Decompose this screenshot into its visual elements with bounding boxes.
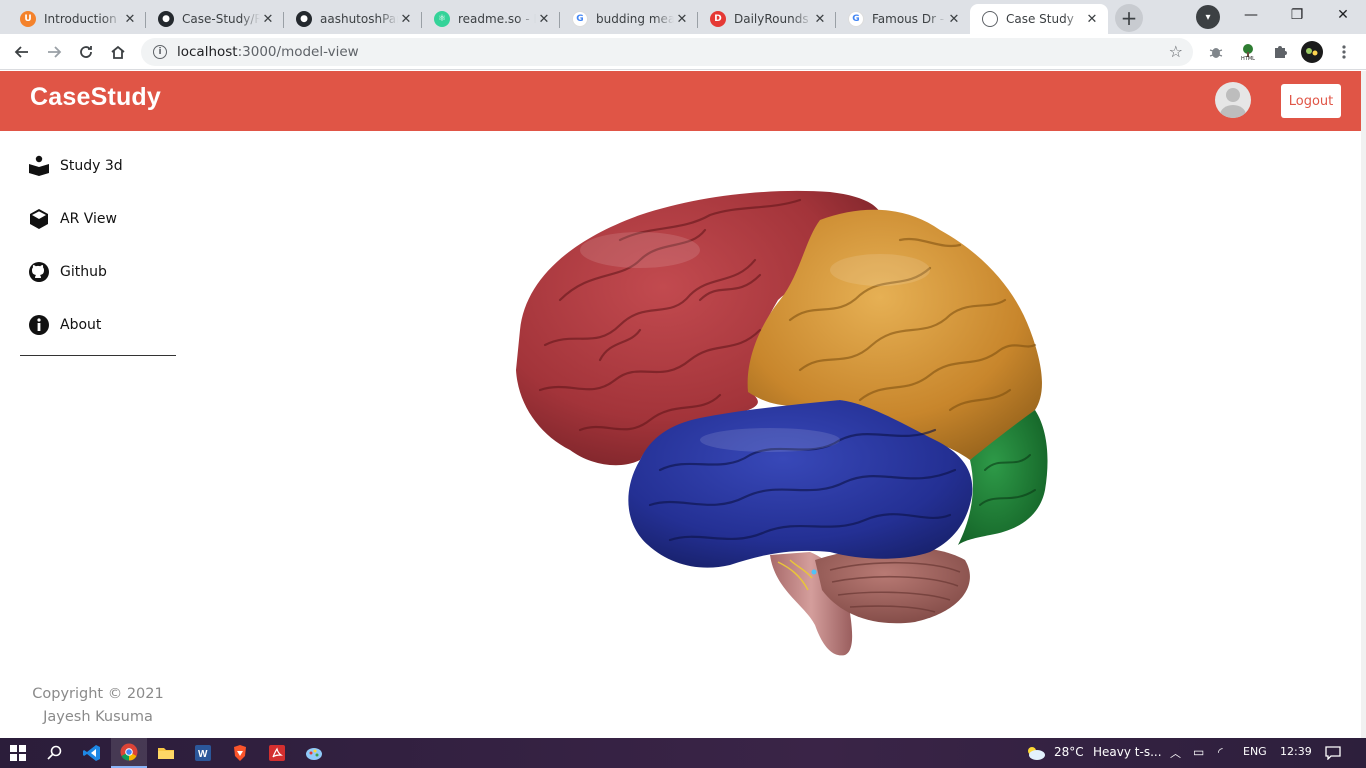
address-bar[interactable]: i localhost:3000/model-view ☆ — [141, 38, 1193, 66]
readme-favicon-icon: ⚛ — [434, 11, 450, 27]
close-icon[interactable]: ✕ — [674, 12, 690, 27]
sidebar-item-label: AR View — [60, 211, 117, 227]
notifications-icon[interactable] — [1316, 738, 1350, 768]
close-icon[interactable]: ✕ — [1084, 12, 1100, 27]
browser-tab-strip: U Introduction t ✕ ● Case-Study/R ✕ ● aa… — [0, 0, 1366, 34]
site-info-icon[interactable]: i — [153, 45, 167, 59]
profile-avatar-icon[interactable] — [1300, 40, 1324, 64]
browser-tab[interactable]: G Famous Dr - C ✕ — [836, 4, 970, 34]
logout-button[interactable]: Logout — [1281, 84, 1341, 118]
tab-title: budding mea — [596, 12, 674, 26]
user-avatar[interactable] — [1215, 82, 1251, 118]
brain-model[interactable] — [196, 131, 1361, 738]
bug-extension-icon[interactable] — [1204, 40, 1228, 64]
tab-title: Introduction t — [44, 12, 122, 26]
tab-search-icon[interactable]: ▾ — [1196, 5, 1220, 29]
search-icon[interactable] — [37, 738, 73, 768]
paint-icon[interactable] — [296, 738, 332, 768]
tab-title: Case-Study/R — [182, 12, 260, 26]
sidebar-item-ar-view[interactable]: AR View — [28, 207, 117, 231]
browser-menu-icon[interactable] — [1332, 40, 1356, 64]
udemy-favicon-icon: U — [20, 11, 36, 27]
browser-tab[interactable]: ● Case-Study/R ✕ — [146, 4, 284, 34]
file-explorer-icon[interactable] — [148, 738, 184, 768]
google-favicon-icon: G — [848, 11, 864, 27]
app-header: CaseStudy Logout — [0, 71, 1361, 131]
language-indicator[interactable]: ENG — [1243, 745, 1267, 758]
url-text: localhost:3000/model-view — [177, 44, 359, 60]
google-favicon-icon: G — [572, 11, 588, 27]
tab-title: Famous Dr - C — [872, 12, 946, 26]
sidebar-item-label: About — [60, 317, 102, 333]
dailyrounds-favicon-icon: D — [710, 11, 726, 27]
reload-icon[interactable] — [74, 40, 98, 64]
svg-text:W: W — [198, 749, 208, 760]
copyright-author: Jayesh Kusuma — [43, 709, 153, 725]
chrome-icon[interactable] — [111, 738, 147, 768]
tab-title: aashutoshPan — [320, 12, 398, 26]
browser-tab[interactable]: U Introduction t ✕ — [8, 4, 146, 34]
browser-tab[interactable]: ● aashutoshPan ✕ — [284, 4, 422, 34]
close-icon[interactable]: ✕ — [260, 12, 276, 27]
reader-icon — [29, 155, 49, 176]
close-icon[interactable]: ✕ — [536, 12, 552, 27]
copyright-line: Copyright © 2021 — [32, 686, 164, 702]
close-icon[interactable]: ✕ — [946, 12, 962, 27]
weather-description[interactable]: Heavy t-s... — [1093, 745, 1162, 759]
wifi-icon[interactable]: ◜ — [1218, 745, 1223, 759]
github-favicon-icon: ● — [158, 11, 174, 27]
new-tab-button[interactable]: + — [1115, 4, 1143, 32]
browser-tab-active[interactable]: Case Study ✕ — [970, 4, 1108, 34]
sidebar: Study 3d AR View Github About Copyright … — [0, 131, 196, 738]
sidebar-divider — [20, 355, 176, 356]
globe-icon — [982, 11, 998, 27]
word-icon[interactable]: W — [185, 738, 221, 768]
extensions-puzzle-icon[interactable] — [1268, 40, 1292, 64]
home-icon[interactable] — [106, 40, 130, 64]
model-viewer[interactable] — [196, 131, 1361, 738]
weather-temp[interactable]: 28°C — [1054, 745, 1084, 759]
browser-tab[interactable]: D DailyRounds ✕ — [698, 4, 836, 34]
sidebar-item-about[interactable]: About — [28, 313, 101, 337]
close-icon[interactable]: ✕ — [122, 12, 138, 27]
page-scrollbar[interactable] — [1361, 71, 1366, 738]
close-icon[interactable]: ✕ — [398, 12, 414, 27]
acrobat-icon[interactable] — [259, 738, 295, 768]
forward-arrow-icon[interactable] — [42, 40, 66, 64]
brave-icon[interactable] — [222, 738, 258, 768]
sidebar-item-label: Github — [60, 264, 107, 280]
back-arrow-icon[interactable] — [10, 40, 34, 64]
clock-time[interactable]: 12:39 — [1280, 745, 1312, 758]
html-extension-icon[interactable]: HTML — [1236, 40, 1260, 64]
browser-tab[interactable]: ⚛ readme.so - E ✕ — [422, 4, 560, 34]
copyright-text: Copyright © 2021 Jayesh Kusuma — [20, 683, 176, 729]
weather-cloud-icon[interactable] — [1020, 738, 1050, 768]
chevron-up-icon[interactable]: ︿ — [1170, 745, 1181, 761]
close-icon[interactable]: ✕ — [812, 12, 828, 27]
bookmark-star-icon[interactable]: ☆ — [1169, 42, 1183, 61]
vscode-icon[interactable] — [74, 738, 110, 768]
battery-icon[interactable]: ▭ — [1193, 745, 1204, 759]
windows-start-icon[interactable] — [0, 738, 36, 768]
sidebar-item-study-3d[interactable]: Study 3d — [28, 154, 123, 178]
tab-title: DailyRounds — [734, 12, 809, 26]
browser-tab[interactable]: G budding mea ✕ — [560, 4, 698, 34]
sidebar-item-label: Study 3d — [60, 158, 123, 174]
restore-icon[interactable]: ❐ — [1274, 0, 1320, 30]
windows-taskbar: W 28°C Heavy t-s... ︿ ▭ ◜ ENG 12:39 — [0, 738, 1366, 768]
tab-title: Case Study — [1006, 12, 1074, 26]
github-icon — [29, 262, 49, 282]
svg-text:HTML: HTML — [1241, 56, 1255, 61]
info-icon — [29, 315, 49, 335]
sidebar-item-github[interactable]: Github — [28, 260, 107, 284]
tab-title: readme.so - E — [458, 12, 536, 26]
window-close-icon[interactable]: ✕ — [1320, 0, 1366, 30]
brand-logo[interactable]: CaseStudy — [30, 83, 161, 112]
minimize-icon[interactable]: — — [1228, 0, 1274, 30]
github-favicon-icon: ● — [296, 11, 312, 27]
cube-icon — [30, 209, 48, 229]
browser-toolbar: i localhost:3000/model-view ☆ HTML — [0, 34, 1366, 70]
